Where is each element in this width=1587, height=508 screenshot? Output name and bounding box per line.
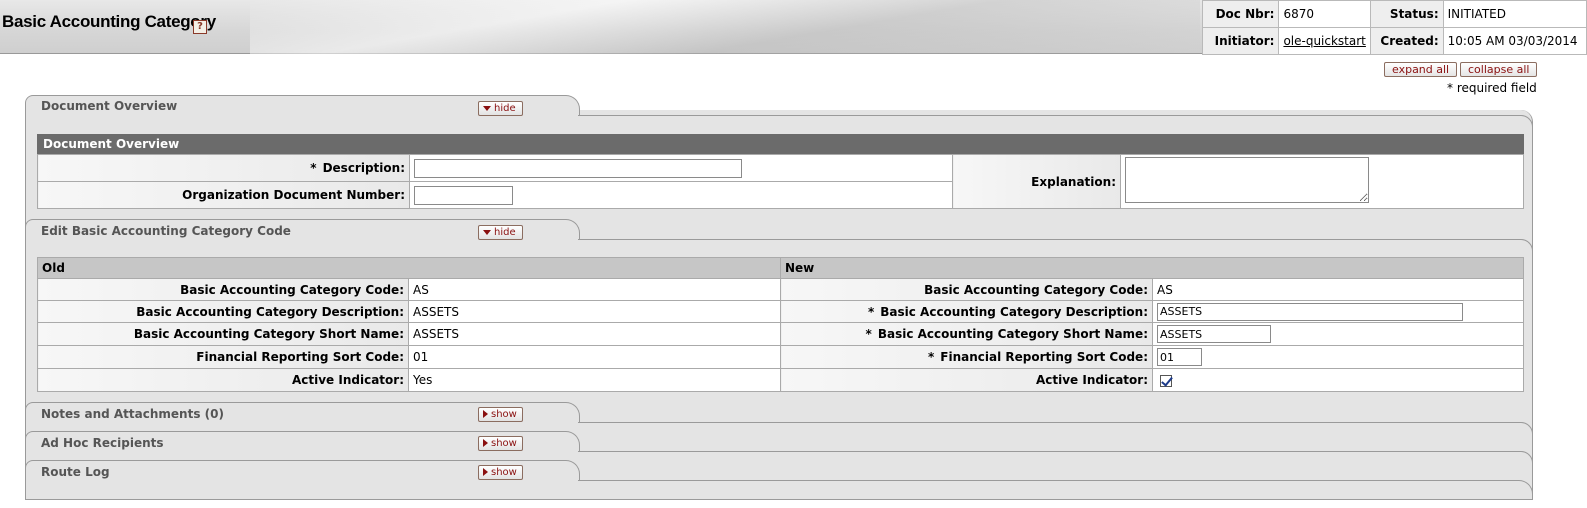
old-sort-code-label: Financial Reporting Sort Code:: [37, 345, 409, 369]
edit-maintenance-table: Old New Basic Accounting Category Code: …: [37, 257, 1524, 392]
explanation-cell: [1120, 154, 1524, 209]
tab-ad-hoc-recipients: Ad Hoc Recipients show: [25, 431, 1533, 463]
active-indicator-checkbox[interactable]: [1160, 374, 1172, 387]
tab-title: Ad Hoc Recipients: [41, 436, 164, 450]
created-label: Created:: [1369, 27, 1444, 55]
triangle-right-icon: [483, 468, 488, 476]
triangle-down-icon: [483, 229, 491, 235]
new-sort-code-label-cell: * Financial Reporting Sort Code:: [780, 345, 1153, 369]
new-short-name-label-cell: * Basic Accounting Category Short Name:: [780, 322, 1153, 346]
page-title: Basic Accounting Category: [2, 12, 216, 31]
new-sort-code-input[interactable]: [1157, 348, 1202, 366]
expand-all-button[interactable]: expand all: [1384, 62, 1458, 77]
old-active-indicator-label: Active Indicator:: [37, 368, 409, 392]
tab-title: Edit Basic Accounting Category Code: [41, 224, 291, 238]
required-field-note: * required field: [1447, 81, 1537, 95]
tab-edit-basic-accounting-category: Edit Basic Accounting Category Code hide: [25, 219, 1533, 251]
new-code-value: AS: [1152, 278, 1524, 301]
new-description-cell: [1152, 300, 1524, 323]
new-sort-code-cell: [1152, 345, 1524, 369]
tab-route-log: Route Log show: [25, 460, 1533, 498]
routelog-show-button[interactable]: show: [478, 465, 523, 480]
old-short-name-value: ASSETS: [408, 322, 781, 346]
triangle-right-icon: [483, 410, 488, 418]
explanation-textarea[interactable]: [1125, 157, 1369, 203]
overview-hide-button[interactable]: hide: [478, 101, 523, 116]
new-code-label: Basic Accounting Category Code:: [780, 278, 1153, 301]
document-overview-table: * Description: Explanation: Organization …: [37, 154, 1524, 209]
new-short-name-cell: [1152, 322, 1524, 346]
explanation-label: Explanation:: [952, 154, 1121, 209]
initiator-label: Initiator:: [1201, 27, 1280, 55]
tab-title: Notes and Attachments (0): [41, 407, 224, 421]
tab-title: Document Overview: [41, 99, 178, 113]
old-description-label: Basic Accounting Category Description:: [37, 300, 409, 323]
old-short-name-label: Basic Accounting Category Short Name:: [37, 322, 409, 346]
old-column-header: Old: [37, 257, 781, 279]
tab-document-overview: Document Overview hide: [25, 95, 1533, 127]
initiator-link[interactable]: ole-quickstart: [1283, 34, 1365, 48]
description-label-cell: * Description:: [37, 154, 410, 182]
new-description-label-cell: * Basic Accounting Category Description:: [780, 300, 1153, 323]
tab-notes-and-attachments: Notes and Attachments (0) show: [25, 402, 1533, 434]
new-active-indicator-cell: [1152, 368, 1524, 392]
doc-nbr-value: 6870: [1278, 0, 1371, 28]
old-sort-code-value: 01: [408, 345, 781, 369]
old-code-label: Basic Accounting Category Code:: [37, 278, 409, 301]
status-label: Status:: [1369, 0, 1444, 28]
new-short-name-input[interactable]: [1157, 325, 1271, 343]
old-description-value: ASSETS: [408, 300, 781, 323]
old-active-indicator-value: Yes: [408, 368, 781, 392]
edit-hide-button[interactable]: hide: [478, 225, 523, 240]
description-cell: [409, 154, 953, 182]
section-header-document-overview: Document Overview: [37, 134, 1524, 154]
notes-show-button[interactable]: show: [478, 407, 523, 422]
doc-nbr-label: Doc Nbr:: [1201, 0, 1280, 28]
description-input[interactable]: [414, 158, 742, 178]
document-info-table: Doc Nbr: 6870 Status: INITIATED Initiato…: [1201, 0, 1587, 55]
collapse-all-button[interactable]: collapse all: [1460, 62, 1538, 77]
triangle-down-icon: [483, 105, 491, 111]
adhoc-show-button[interactable]: show: [478, 436, 523, 451]
created-value: 10:05 AM 03/03/2014: [1442, 27, 1587, 55]
initiator-cell: ole-quickstart: [1278, 27, 1371, 55]
triangle-right-icon: [483, 439, 488, 447]
new-description-input[interactable]: [1157, 302, 1463, 321]
help-icon[interactable]: ?: [193, 20, 207, 34]
header-decoration: [250, 0, 1200, 54]
status-value: INITIATED: [1442, 0, 1587, 28]
new-active-indicator-label: Active Indicator:: [780, 368, 1153, 392]
org-doc-number-label: Organization Document Number:: [37, 181, 410, 209]
org-doc-number-input[interactable]: [414, 185, 513, 205]
document-header: Basic Accounting Category ? Doc Nbr: 687…: [0, 0, 1587, 55]
org-doc-number-cell: [409, 181, 953, 209]
old-code-value: AS: [408, 278, 781, 301]
tab-title: Route Log: [41, 465, 110, 479]
new-column-header: New: [780, 257, 1524, 279]
